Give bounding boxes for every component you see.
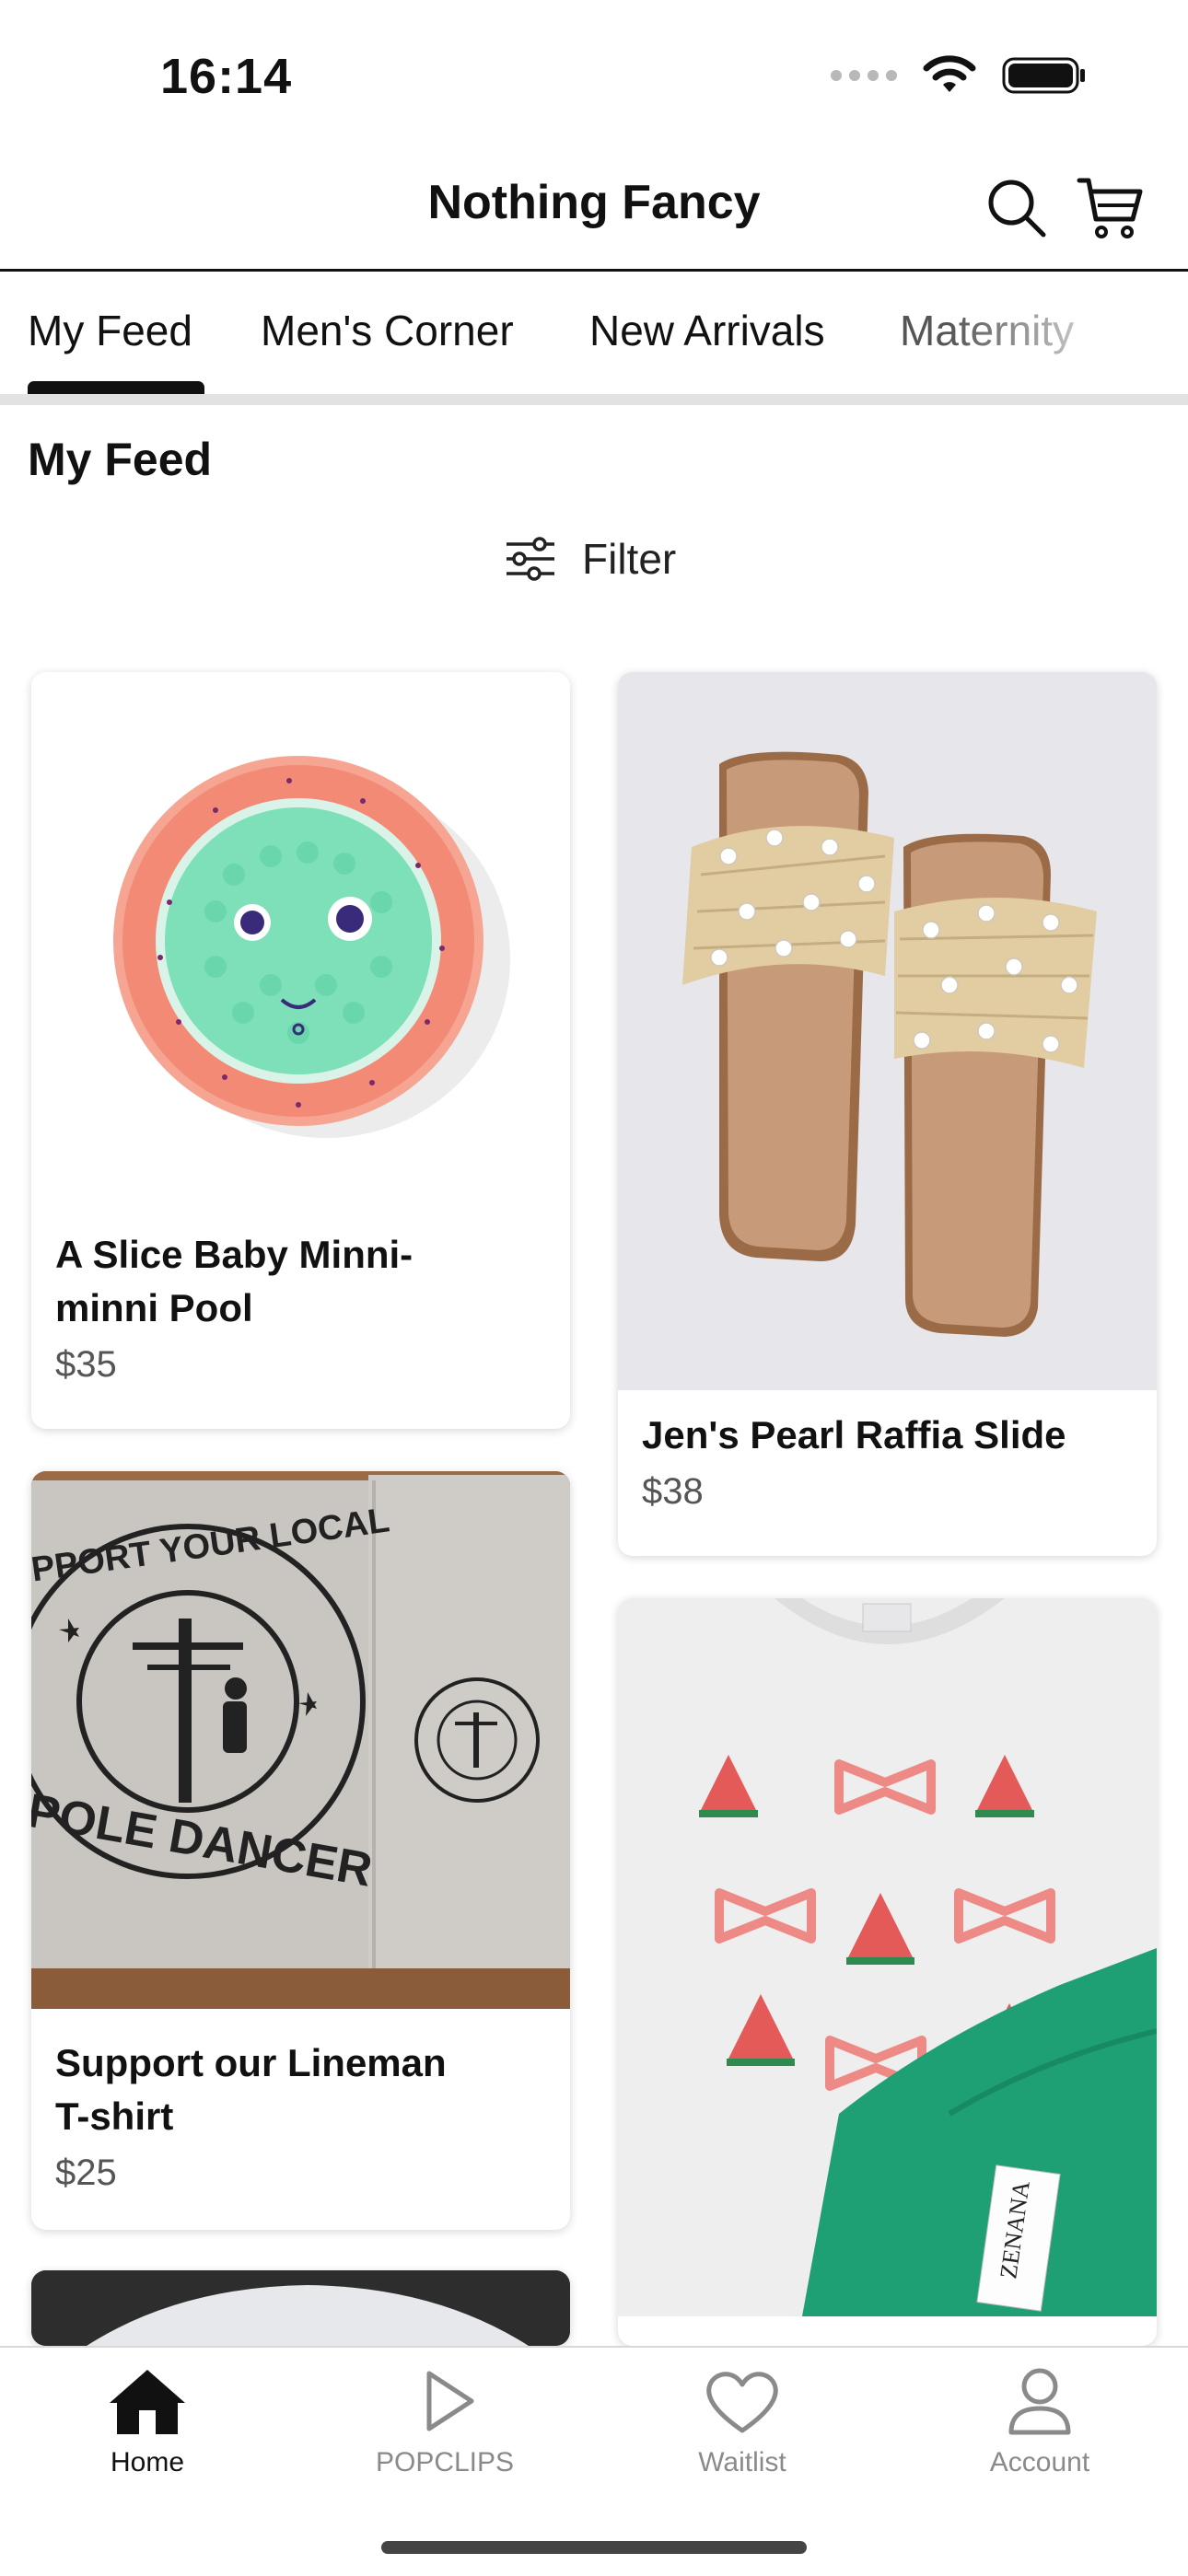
play-icon xyxy=(426,2371,474,2431)
product-image: SUPPORT YOUR LOCAL POLE DANCER xyxy=(31,1471,570,2009)
person-icon xyxy=(1008,2368,1071,2435)
product-title-line2: T-shirt xyxy=(55,2094,174,2138)
product-title: Support our Lineman xyxy=(55,2041,447,2084)
cart-button[interactable] xyxy=(1074,171,1147,245)
tab-new-arrivals[interactable]: New Arrivals xyxy=(589,306,825,355)
nav-popclips[interactable]: POPCLIPS xyxy=(334,2366,555,2478)
product-card[interactable]: SUPPORT YOUR LOCAL POLE DANCER Support o… xyxy=(31,1471,570,2230)
product-card[interactable]: A Slice Baby Minni- minni Pool $35 xyxy=(31,672,570,1429)
search-icon xyxy=(988,180,1046,238)
category-tabs: My Feed Men's Corner New Arrivals Matern… xyxy=(0,273,1188,400)
nav-home[interactable]: Home xyxy=(37,2366,258,2478)
nav-label-popclips: POPCLIPS xyxy=(375,2447,515,2477)
product-title: A Slice Baby Minni- xyxy=(55,1233,413,1276)
wifi-icon xyxy=(923,55,976,92)
product-price: $25 xyxy=(55,2152,117,2193)
nav-label-account: Account xyxy=(989,2447,1090,2477)
tab-mens-corner[interactable]: Men's Corner xyxy=(261,306,514,355)
section-title: My Feed xyxy=(28,434,213,485)
cart-icon xyxy=(1077,178,1143,238)
product-price: $38 xyxy=(642,1471,704,1512)
product-image: ZENANA xyxy=(618,1598,1157,2316)
active-tab-indicator xyxy=(28,381,204,394)
filter-label: Filter xyxy=(582,535,677,583)
nav-account[interactable]: Account xyxy=(929,2366,1150,2478)
tabs-divider xyxy=(0,394,1188,405)
tab-my-feed[interactable]: My Feed xyxy=(28,306,192,355)
status-bar: 16:14 xyxy=(0,0,1188,147)
nav-waitlist[interactable]: Waitlist xyxy=(632,2366,853,2478)
product-price: $35 xyxy=(55,1344,117,1385)
product-image xyxy=(31,2270,570,2346)
app-header: Nothing Fancy xyxy=(0,147,1188,272)
status-icons xyxy=(831,55,1087,96)
product-card[interactable]: ZENANA xyxy=(618,1598,1157,2346)
product-image xyxy=(31,672,570,1197)
product-card[interactable] xyxy=(31,2270,570,2346)
product-card[interactable]: Jen's Pearl Raffia Slide $38 xyxy=(618,672,1157,1556)
filter-sliders-icon xyxy=(507,537,554,581)
product-title-line2: minni Pool xyxy=(55,1286,253,1329)
filter-button[interactable]: Filter xyxy=(505,534,676,584)
status-time: 16:14 xyxy=(160,49,293,104)
home-icon xyxy=(110,2370,185,2434)
tabs-fade-overlay xyxy=(949,273,1188,392)
product-image xyxy=(618,672,1157,1390)
heart-icon xyxy=(706,2372,778,2433)
battery-icon xyxy=(1002,57,1085,94)
nav-label-waitlist: Waitlist xyxy=(698,2447,786,2477)
nav-label-home: Home xyxy=(110,2447,185,2477)
search-button[interactable] xyxy=(980,171,1054,245)
home-indicator xyxy=(381,2541,807,2554)
cellular-signal-icon xyxy=(831,70,897,81)
product-title: Jen's Pearl Raffia Slide xyxy=(642,1413,1066,1456)
